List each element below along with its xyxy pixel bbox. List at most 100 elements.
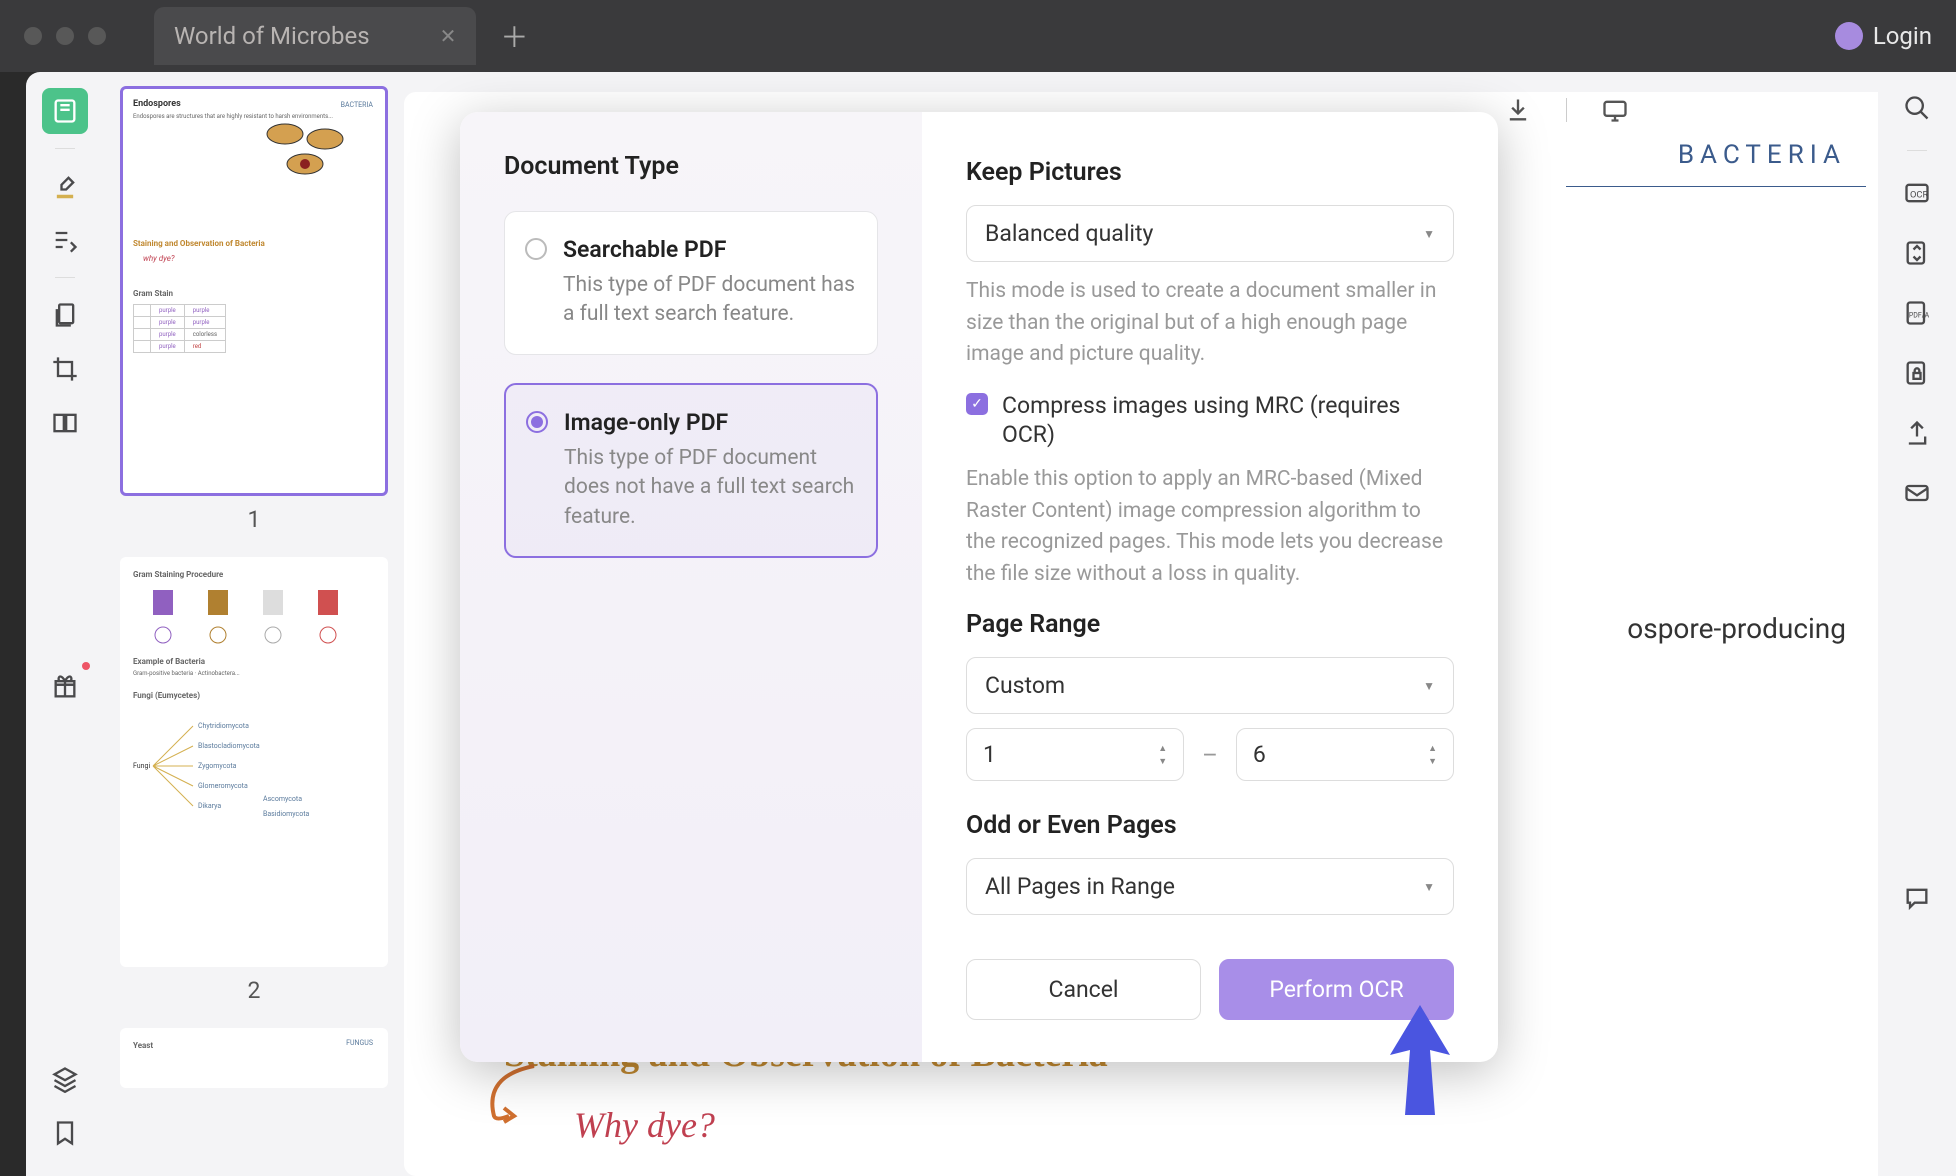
- svg-text:Glomeromycota: Glomeromycota: [198, 782, 248, 790]
- pdfa-icon: PDF/A: [1903, 299, 1931, 327]
- mrc-description: Enable this option to apply an MRC-based…: [966, 464, 1454, 590]
- right-toolbar: OCR PDF/A: [1878, 72, 1956, 1176]
- range-mode-value: Custom: [985, 672, 1065, 699]
- compare-icon: [51, 409, 79, 437]
- range-dash: –: [1202, 741, 1218, 769]
- image-only-desc: This type of PDF document does not have …: [564, 444, 856, 532]
- avatar-icon: [1835, 22, 1863, 50]
- present-button[interactable]: [1597, 92, 1633, 128]
- pages-button[interactable]: [42, 292, 88, 338]
- page-range-label: Page Range: [966, 610, 1454, 639]
- range-to-input[interactable]: 6 ▲▼: [1236, 728, 1454, 781]
- mrc-checkbox-row[interactable]: ✓ Compress images using MRC (requires OC…: [966, 391, 1454, 451]
- radio-image-only[interactable]: [526, 411, 548, 433]
- option-image-only-pdf[interactable]: Image-only PDF This type of PDF document…: [504, 383, 878, 558]
- convert-button[interactable]: [1899, 235, 1935, 271]
- mrc-checkbox[interactable]: ✓: [966, 393, 988, 415]
- protect-button[interactable]: [1899, 355, 1935, 391]
- crop-button[interactable]: [42, 346, 88, 392]
- highlight-button[interactable]: [42, 163, 88, 209]
- odd-even-select[interactable]: All Pages in Range ▼: [966, 858, 1454, 915]
- top-toolbar-right: [1500, 92, 1633, 128]
- book-icon: [51, 97, 79, 125]
- mrc-label: Compress images using MRC (requires OCR): [1002, 391, 1454, 451]
- email-button[interactable]: [1899, 475, 1935, 511]
- svg-text:OCR: OCR: [1910, 190, 1928, 201]
- svg-text:Ascomycota: Ascomycota: [263, 795, 302, 803]
- thumbnail-page-2[interactable]: Gram Staining Procedure Example of Bacte…: [120, 557, 388, 967]
- download-icon: [1504, 96, 1532, 124]
- modal-right-panel: Keep Pictures Balanced quality ▼ This mo…: [922, 112, 1498, 1062]
- option-searchable-pdf[interactable]: Searchable PDF This type of PDF document…: [504, 211, 878, 355]
- comment-icon: [1903, 884, 1931, 912]
- chevron-down-icon: ▼: [1423, 880, 1435, 894]
- quality-value: Balanced quality: [985, 220, 1153, 247]
- annotate-button[interactable]: [42, 217, 88, 263]
- bookmark-button[interactable]: [42, 1110, 88, 1156]
- page-header-tag: BACTERIA: [1678, 140, 1846, 170]
- highlighter-icon: [51, 172, 79, 200]
- instruction-arrow: [1380, 1000, 1460, 1120]
- svg-text:Dikarya: Dikarya: [198, 802, 221, 810]
- notification-dot: [82, 662, 90, 670]
- range-from-value: 1: [983, 741, 996, 768]
- login-area[interactable]: Login: [1835, 22, 1932, 50]
- svg-text:Basidiomycota: Basidiomycota: [263, 810, 309, 818]
- svg-text:PDF/A: PDF/A: [1909, 312, 1930, 320]
- svg-text:Chytridiomycota: Chytridiomycota: [198, 722, 249, 730]
- download-button[interactable]: [1500, 92, 1536, 128]
- chevron-down-icon: ▼: [1423, 227, 1435, 241]
- keep-pictures-label: Keep Pictures: [966, 158, 1454, 187]
- thumbnail-page-1[interactable]: Endospores Endospores are structures tha…: [120, 86, 388, 496]
- lock-file-icon: [1903, 359, 1931, 387]
- range-from-input[interactable]: 1 ▲▼: [966, 728, 1184, 781]
- comment-button[interactable]: [1899, 880, 1935, 916]
- stepper-controls[interactable]: ▲▼: [1428, 743, 1437, 767]
- ocr-modal: Document Type Searchable PDF This type o…: [460, 112, 1498, 1062]
- handwritten-why-dye: Why dye?: [574, 1104, 715, 1146]
- range-inputs-row: 1 ▲▼ – 6 ▲▼: [966, 728, 1454, 781]
- screen-icon: [1601, 96, 1629, 124]
- chevron-down-icon: ▼: [1423, 679, 1435, 693]
- thumbnail-2-label: 2: [120, 977, 388, 1004]
- close-window-button[interactable]: [24, 27, 42, 45]
- radio-searchable[interactable]: [525, 238, 547, 260]
- layers-button[interactable]: [42, 1056, 88, 1102]
- pages-icon: [51, 301, 79, 329]
- pen-note-icon: [51, 226, 79, 254]
- thumbnail-panel: Endospores Endospores are structures tha…: [104, 72, 404, 1176]
- ocr-icon: OCR: [1903, 179, 1931, 207]
- share-button[interactable]: [1899, 415, 1935, 451]
- close-tab-icon[interactable]: ✕: [440, 24, 457, 48]
- ocr-button[interactable]: OCR: [1899, 175, 1935, 211]
- body-text-fragment: ospore-producing: [1627, 612, 1846, 645]
- reader-mode-button[interactable]: [42, 88, 88, 134]
- range-mode-select[interactable]: Custom ▼: [966, 657, 1454, 714]
- search-icon: [1903, 94, 1931, 122]
- cancel-button[interactable]: Cancel: [966, 959, 1201, 1020]
- tab-document[interactable]: World of Microbes ✕: [154, 7, 476, 65]
- share-icon: [1903, 419, 1931, 447]
- stepper-controls[interactable]: ▲▼: [1158, 743, 1167, 767]
- login-label: Login: [1873, 22, 1932, 50]
- odd-even-value: All Pages in Range: [985, 873, 1175, 900]
- new-tab-button[interactable]: ＋: [500, 16, 528, 56]
- modal-left-panel: Document Type Searchable PDF This type o…: [460, 112, 922, 1062]
- quality-description: This mode is used to create a document s…: [966, 276, 1454, 371]
- range-to-value: 6: [1253, 741, 1266, 768]
- gift-button[interactable]: [42, 664, 88, 710]
- compare-button[interactable]: [42, 400, 88, 446]
- convert-icon: [1903, 239, 1931, 267]
- pdfa-button[interactable]: PDF/A: [1899, 295, 1935, 331]
- header-divider: [1566, 186, 1866, 187]
- quality-select[interactable]: Balanced quality ▼: [966, 205, 1454, 262]
- minimize-window-button[interactable]: [56, 27, 74, 45]
- search-button[interactable]: [1899, 90, 1935, 126]
- layers-icon: [51, 1065, 79, 1093]
- maximize-window-button[interactable]: [88, 27, 106, 45]
- svg-text:Zygomycota: Zygomycota: [198, 762, 237, 770]
- searchable-desc: This type of PDF document has a full tex…: [563, 271, 857, 330]
- svg-text:Fungi: Fungi: [133, 762, 150, 770]
- thumbnail-page-3[interactable]: Yeast FUNGUS: [120, 1028, 388, 1088]
- document-type-title: Document Type: [504, 152, 878, 181]
